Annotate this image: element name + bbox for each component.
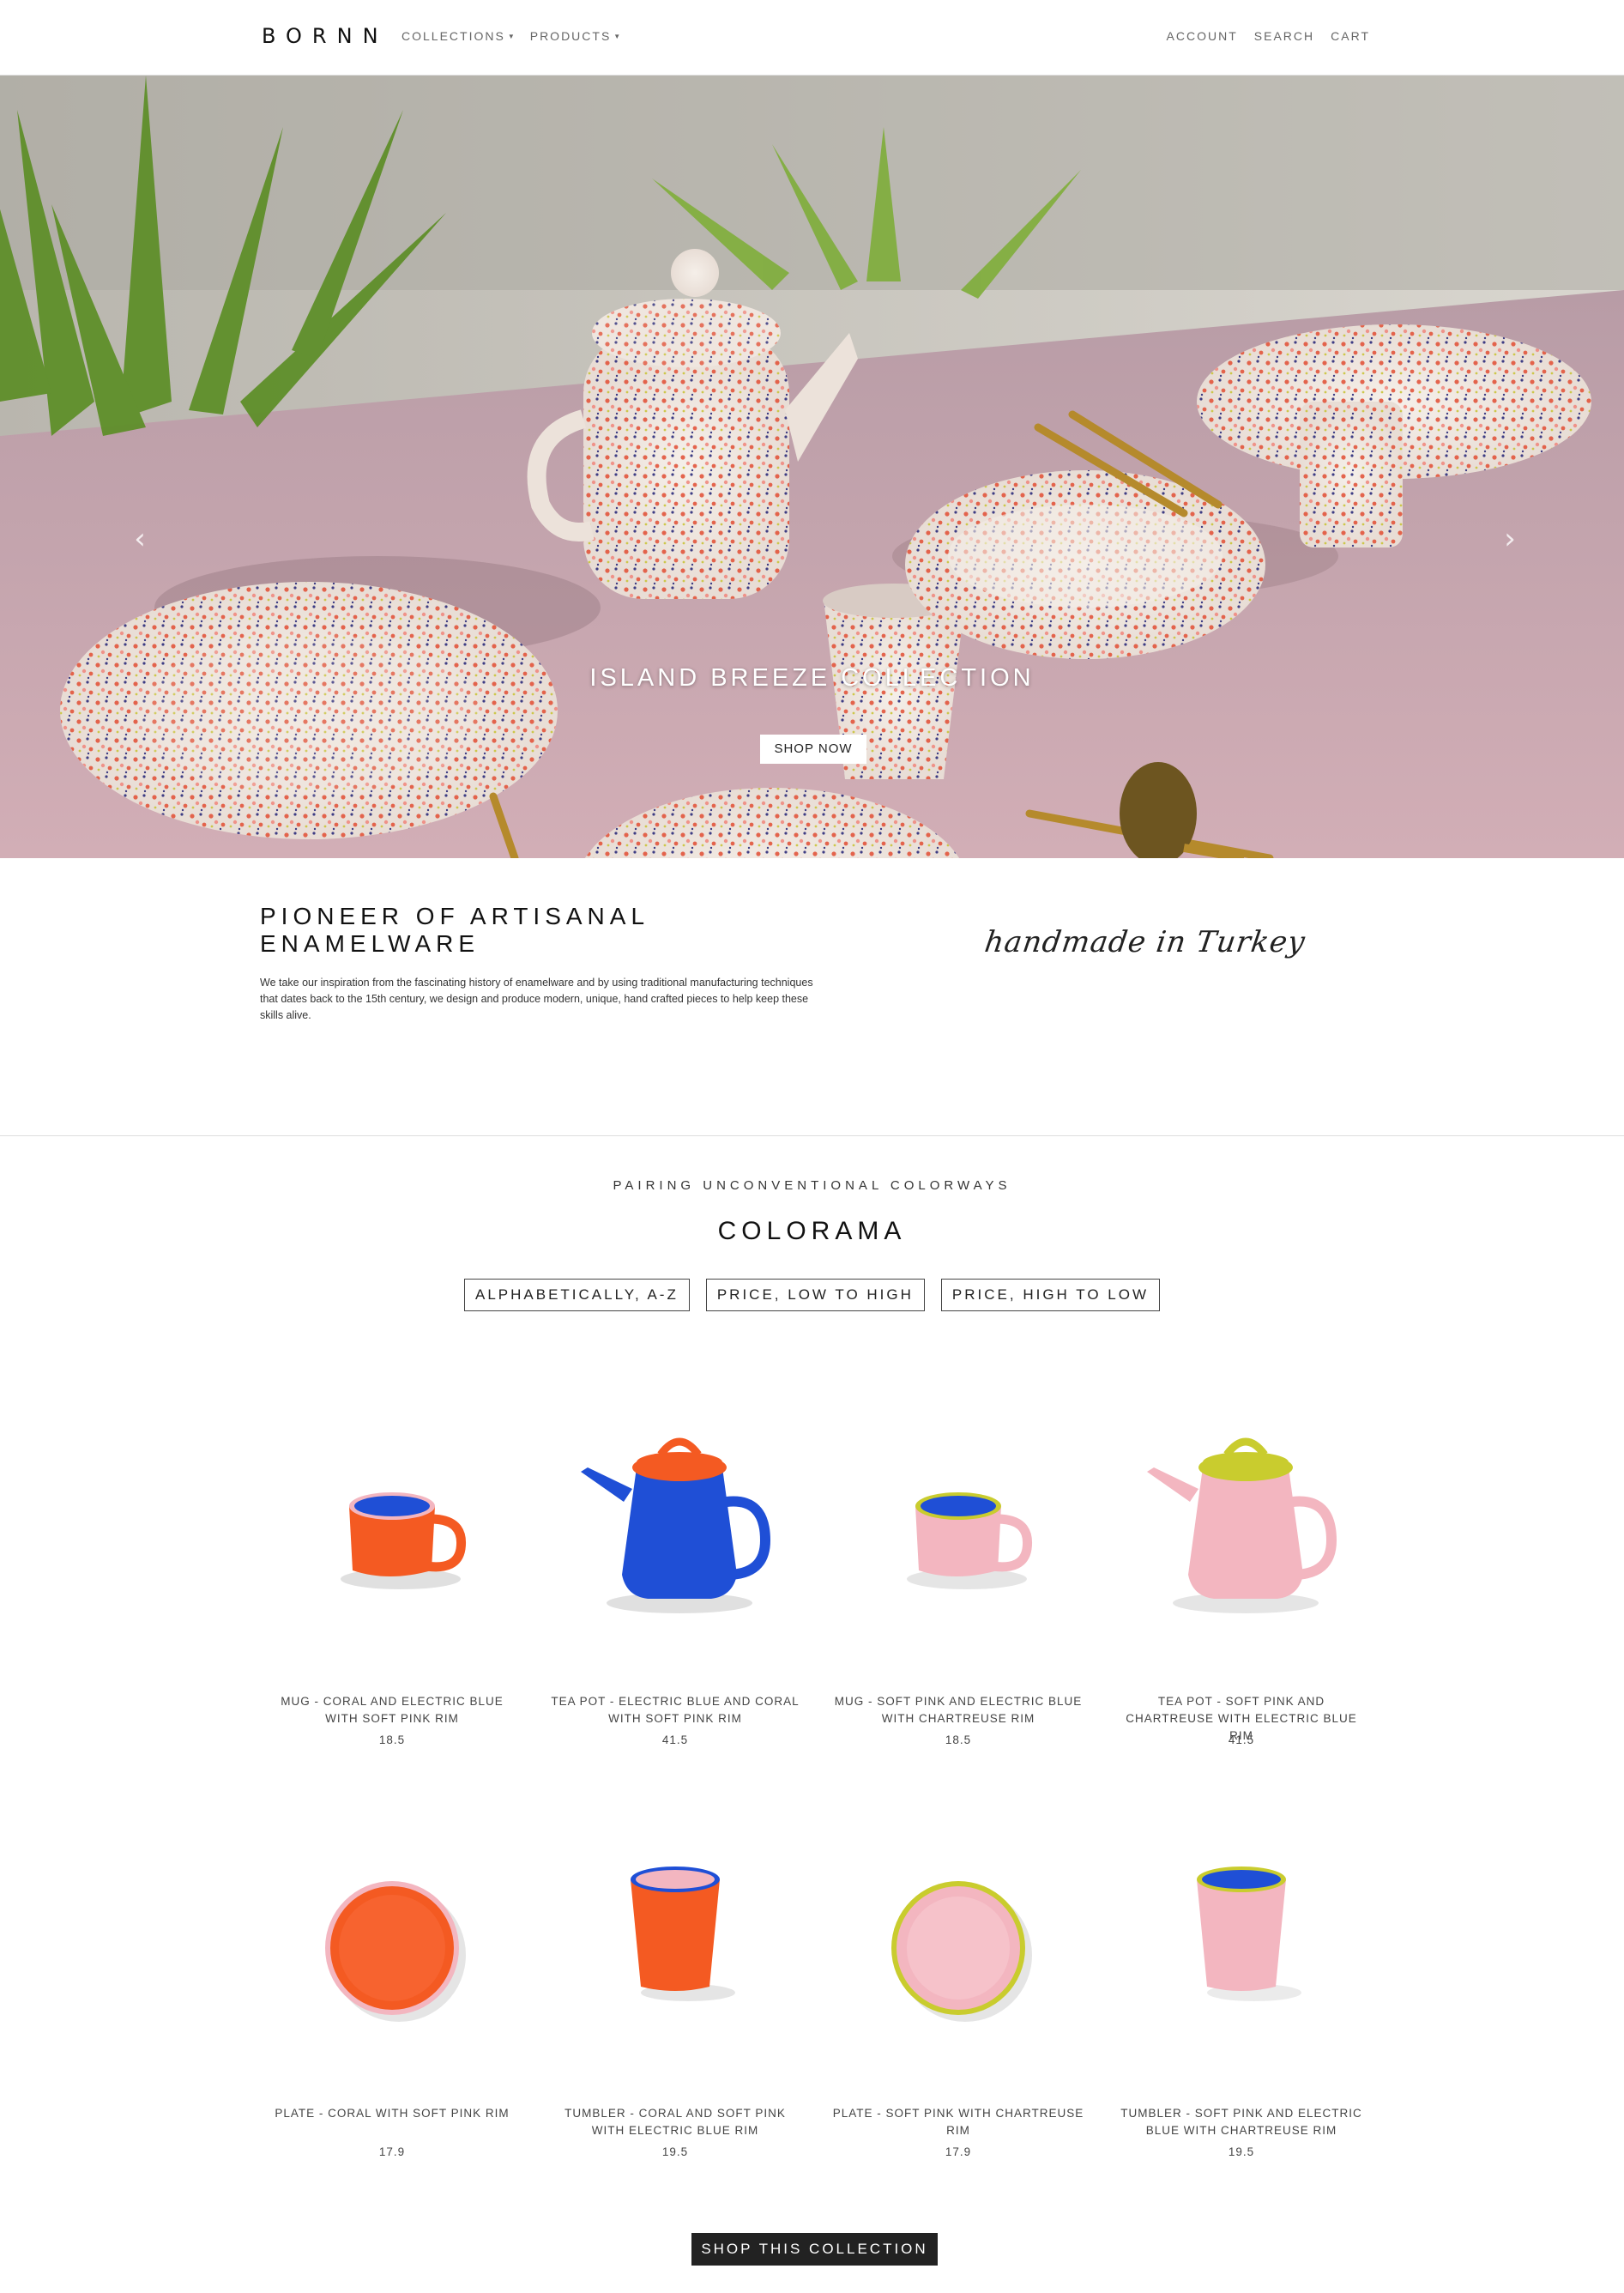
- product-price: 41.5: [661, 1733, 689, 1746]
- nav-collections-label: COLLECTIONS: [401, 29, 505, 43]
- intro-text: We take our inspiration from the fascina…: [260, 977, 813, 1021]
- nav-account[interactable]: ACCOUNT: [1167, 29, 1238, 43]
- product-price: 17.9: [945, 2145, 972, 2158]
- product-image-teapot-blue: [581, 1437, 771, 1613]
- product-image-tumbler-pink: [1197, 1866, 1301, 2001]
- hero-prev-button[interactable]: ‹: [127, 522, 153, 556]
- chevron-right-icon: ›: [1504, 522, 1516, 556]
- nav-cart[interactable]: CART: [1331, 29, 1370, 43]
- product-name: TEA POT - ELECTRIC BLUE AND CORAL WITH S…: [551, 1695, 800, 1725]
- sort-options: ALPHABETICALLY, A-Z PRICE, LOW TO HIGH P…: [0, 1279, 1624, 1311]
- product-price: 17.9: [378, 2145, 406, 2158]
- sort-alpha-button[interactable]: ALPHABETICALLY, A-Z: [464, 1279, 690, 1311]
- product-name: TUMBLER - SOFT PINK AND ELECTRIC BLUE WI…: [1120, 2107, 1362, 2137]
- product-image-tumbler-coral: [631, 1866, 735, 2001]
- chevron-left-icon: ‹: [134, 522, 146, 556]
- hero-next-button[interactable]: ›: [1497, 522, 1523, 556]
- product-name: PLATE - CORAL WITH SOFT PINK RIM: [275, 2107, 510, 2120]
- product-price: 18.5: [945, 1733, 972, 1746]
- collection-title: COLORAMA: [717, 1217, 907, 1245]
- intro-heading: PIONEER OF ARTISANAL ENAMELWARE: [260, 903, 649, 957]
- product-image-mug-pink: [907, 1492, 1033, 1589]
- nav-products[interactable]: PRODUCTS ▼: [530, 29, 622, 43]
- product-name: MUG - SOFT PINK AND ELECTRIC BLUE WITH C…: [834, 1695, 1083, 1725]
- product-price: 18.5: [378, 1733, 406, 1746]
- hero-slideshow: ‹ › ISLAND BREEZE COLLECTION SHOP NOW: [0, 76, 1624, 858]
- product-image-plate-pink: [891, 1881, 1032, 2022]
- chevron-down-icon: ▼: [507, 32, 516, 40]
- logo[interactable]: BORNN: [262, 24, 389, 48]
- product-image-plate-coral: [325, 1881, 466, 2022]
- main-nav: COLLECTIONS ▼ PRODUCTS ▼: [401, 29, 622, 43]
- hero-title: ISLAND BREEZE COLLECTION: [589, 664, 1035, 692]
- handmade-signature: handmade in Turkey: [982, 925, 1308, 959]
- product-price: 19.5: [661, 2145, 689, 2158]
- utility-nav: ACCOUNT SEARCH CART: [1167, 29, 1370, 43]
- nav-collections[interactable]: COLLECTIONS ▼: [401, 29, 516, 43]
- shop-now-button[interactable]: SHOP NOW: [760, 735, 866, 764]
- shop-collection-button[interactable]: SHOP THIS COLLECTION: [691, 2233, 938, 2266]
- product-name: PLATE - SOFT PINK WITH CHARTREUSE RIM: [832, 2107, 1084, 2137]
- sort-price-asc-button[interactable]: PRICE, LOW TO HIGH: [705, 1279, 925, 1311]
- nav-search[interactable]: SEARCH: [1254, 29, 1314, 43]
- section-divider: [0, 1135, 1624, 1136]
- product-name: TUMBLER - CORAL AND SOFT PINK WITH ELECT…: [564, 2107, 786, 2137]
- collection-kicker: PAIRING UNCONVENTIONAL COLORWAYS: [613, 1178, 1011, 1193]
- product-image-teapot-pink: [1147, 1437, 1337, 1613]
- chevron-down-icon: ▼: [613, 32, 623, 40]
- product-image-mug-coral: [341, 1492, 467, 1589]
- nav-products-label: PRODUCTS: [529, 29, 612, 43]
- product-price: 41.5: [1228, 1733, 1255, 1746]
- product-price: 19.5: [1228, 2145, 1255, 2158]
- product-name: MUG - CORAL AND ELECTRIC BLUE WITH SOFT …: [281, 1695, 504, 1725]
- sort-price-desc-button[interactable]: PRICE, HIGH TO LOW: [940, 1279, 1160, 1311]
- site-header: BORNN COLLECTIONS ▼ PRODUCTS ▼ ACCOUNT S…: [0, 0, 1624, 76]
